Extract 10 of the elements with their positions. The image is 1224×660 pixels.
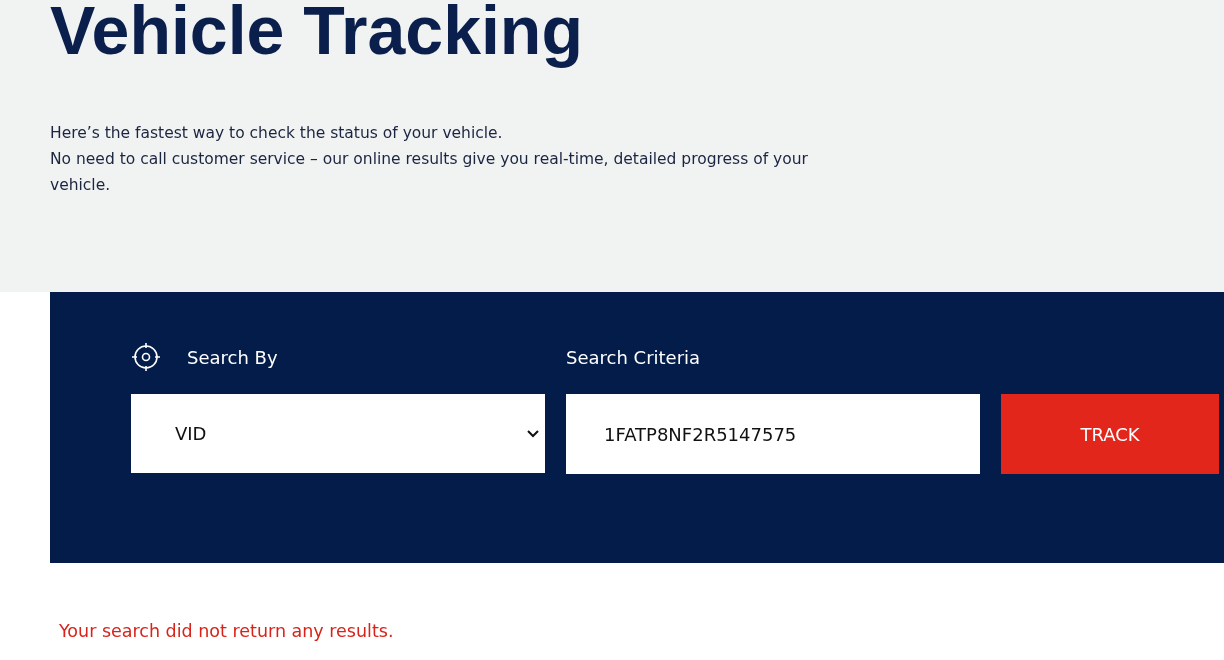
chevron-down-icon	[527, 429, 539, 438]
search-criteria-field[interactable]: 1FATP8NF2R5147575	[566, 394, 980, 474]
track-button[interactable]: TRACK	[1001, 394, 1219, 474]
intro-text: Here’s the fastest way to check the status of your vehicle.	[50, 123, 504, 144]
search-criteria-label: Search Criteria	[566, 346, 701, 368]
search-by-label: Search By	[187, 346, 278, 368]
error-message: Your search did not return any results.	[59, 621, 394, 641]
search-by-dropdown[interactable]: VID	[131, 394, 545, 473]
intro-text: No need to call customer service – our online results give you real-time, detailed progress of your vehicle.	[50, 149, 809, 196]
target-icon	[131, 342, 161, 372]
